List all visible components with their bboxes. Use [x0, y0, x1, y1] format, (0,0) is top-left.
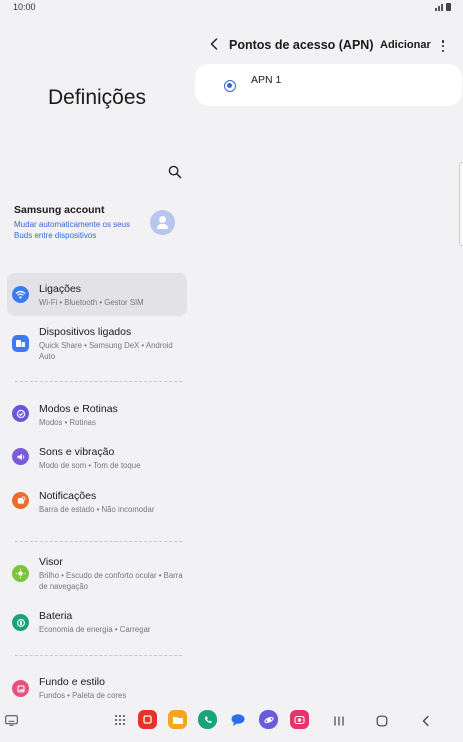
devices-icon	[12, 335, 29, 352]
settings-item-title: Notificações	[39, 490, 97, 502]
settings-item-visor[interactable]: Visor Brilho • Escudo de conforto ocular…	[7, 556, 187, 596]
speaker-icon	[12, 448, 29, 465]
settings-item-title: Bateria	[39, 610, 73, 622]
back-icon[interactable]	[209, 38, 219, 50]
settings-item-subtitle: Brilho • Escudo de conforto ocular • Bar…	[39, 571, 183, 591]
battery-icon	[12, 614, 29, 631]
settings-item-title: Sons e vibração	[39, 446, 115, 458]
divider	[15, 541, 182, 542]
settings-item-title: Fundo e estilo	[39, 676, 105, 688]
add-button[interactable]: Adicionar	[380, 39, 431, 51]
home-icon[interactable]	[376, 715, 388, 727]
settings-item-subtitle: Economia de energia • Carregar	[39, 625, 151, 634]
bell-icon	[12, 492, 29, 509]
app-drawer-icon[interactable]	[115, 715, 125, 725]
settings-item-title: Ligações	[39, 283, 82, 295]
status-time: 10:00	[13, 2, 36, 12]
apn-title: Pontos de acesso (APN)	[229, 38, 374, 52]
taskbar	[0, 706, 463, 742]
settings-item-sons-vibracao[interactable]: Sons e vibração Modo de som • Tom de toq…	[7, 446, 187, 474]
camera-icon[interactable]	[290, 710, 309, 729]
page-title: Definições	[47, 86, 147, 109]
my-files-icon[interactable]	[168, 710, 187, 729]
account-subtitle: Mudar automaticamente os seus Buds entre…	[14, 220, 131, 240]
wifi-icon	[12, 286, 29, 303]
status-bar: 10:00	[0, 0, 463, 16]
settings-pane: Definições Samsung account Mudar automat…	[0, 16, 194, 706]
settings-item-modos-rotinas[interactable]: Modos e Rotinas Modos • Rotinas	[7, 403, 187, 431]
apn-entry-name[interactable]: APN 1	[251, 74, 281, 86]
settings-item-subtitle: Modo de som • Tom de toque	[39, 461, 141, 470]
apn-pane: Pontos de acesso (APN) Adicionar APN 1	[194, 16, 463, 706]
settings-item-notificacoes[interactable]: Notificações Barra de estado • Não incom…	[7, 490, 187, 518]
samsung-notes-icon[interactable]	[138, 710, 157, 729]
settings-item-subtitle: Modos • Rotinas	[39, 418, 96, 427]
apn-radio-button[interactable]	[224, 80, 236, 92]
avatar	[150, 210, 175, 235]
settings-item-fundo-estilo[interactable]: Fundo e estilo Fundos • Paleta de cores	[7, 676, 187, 704]
settings-item-subtitle: Quick Share • Samsung DeX • Android Auto	[39, 341, 173, 361]
settings-item-dispositivos-ligados[interactable]: Dispositivos ligados Quick Share • Samsu…	[7, 326, 187, 370]
settings-item-subtitle: Fundos • Paleta de cores	[39, 691, 127, 700]
recent-apps-icon[interactable]	[333, 715, 345, 727]
status-icons	[435, 3, 451, 11]
settings-item-bateria[interactable]: Bateria Economia de energia • Carregar	[7, 610, 187, 638]
battery-status-icon	[446, 3, 451, 11]
phone-icon[interactable]	[198, 710, 217, 729]
palette-icon	[12, 680, 29, 697]
settings-item-title: Modos e Rotinas	[39, 403, 118, 415]
more-options-icon[interactable]	[441, 40, 445, 52]
edge-panel-handle[interactable]	[459, 162, 463, 246]
settings-item-title: Visor	[39, 556, 63, 568]
sun-icon	[12, 565, 29, 582]
keyboard-icon[interactable]	[5, 715, 18, 726]
apn-list: APN 1	[195, 64, 462, 106]
samsung-account[interactable]: Samsung account Mudar automaticamente os…	[14, 204, 184, 252]
internet-icon[interactable]	[259, 710, 278, 729]
search-icon[interactable]	[168, 165, 182, 179]
settings-item-ligacoes[interactable]: Ligações Wi-Fi • Bluetooth • Gestor SIM	[7, 273, 187, 316]
check-circle-icon	[12, 405, 29, 422]
divider	[15, 381, 182, 382]
divider	[15, 655, 182, 656]
settings-item-subtitle: Barra de estado • Não incomodar	[39, 505, 155, 514]
settings-item-title: Dispositivos ligados	[39, 326, 132, 338]
messages-icon[interactable]	[228, 710, 247, 729]
settings-item-subtitle: Wi-Fi • Bluetooth • Gestor SIM	[39, 298, 144, 307]
signal-icon	[435, 3, 443, 11]
back-nav-icon[interactable]	[421, 715, 431, 727]
